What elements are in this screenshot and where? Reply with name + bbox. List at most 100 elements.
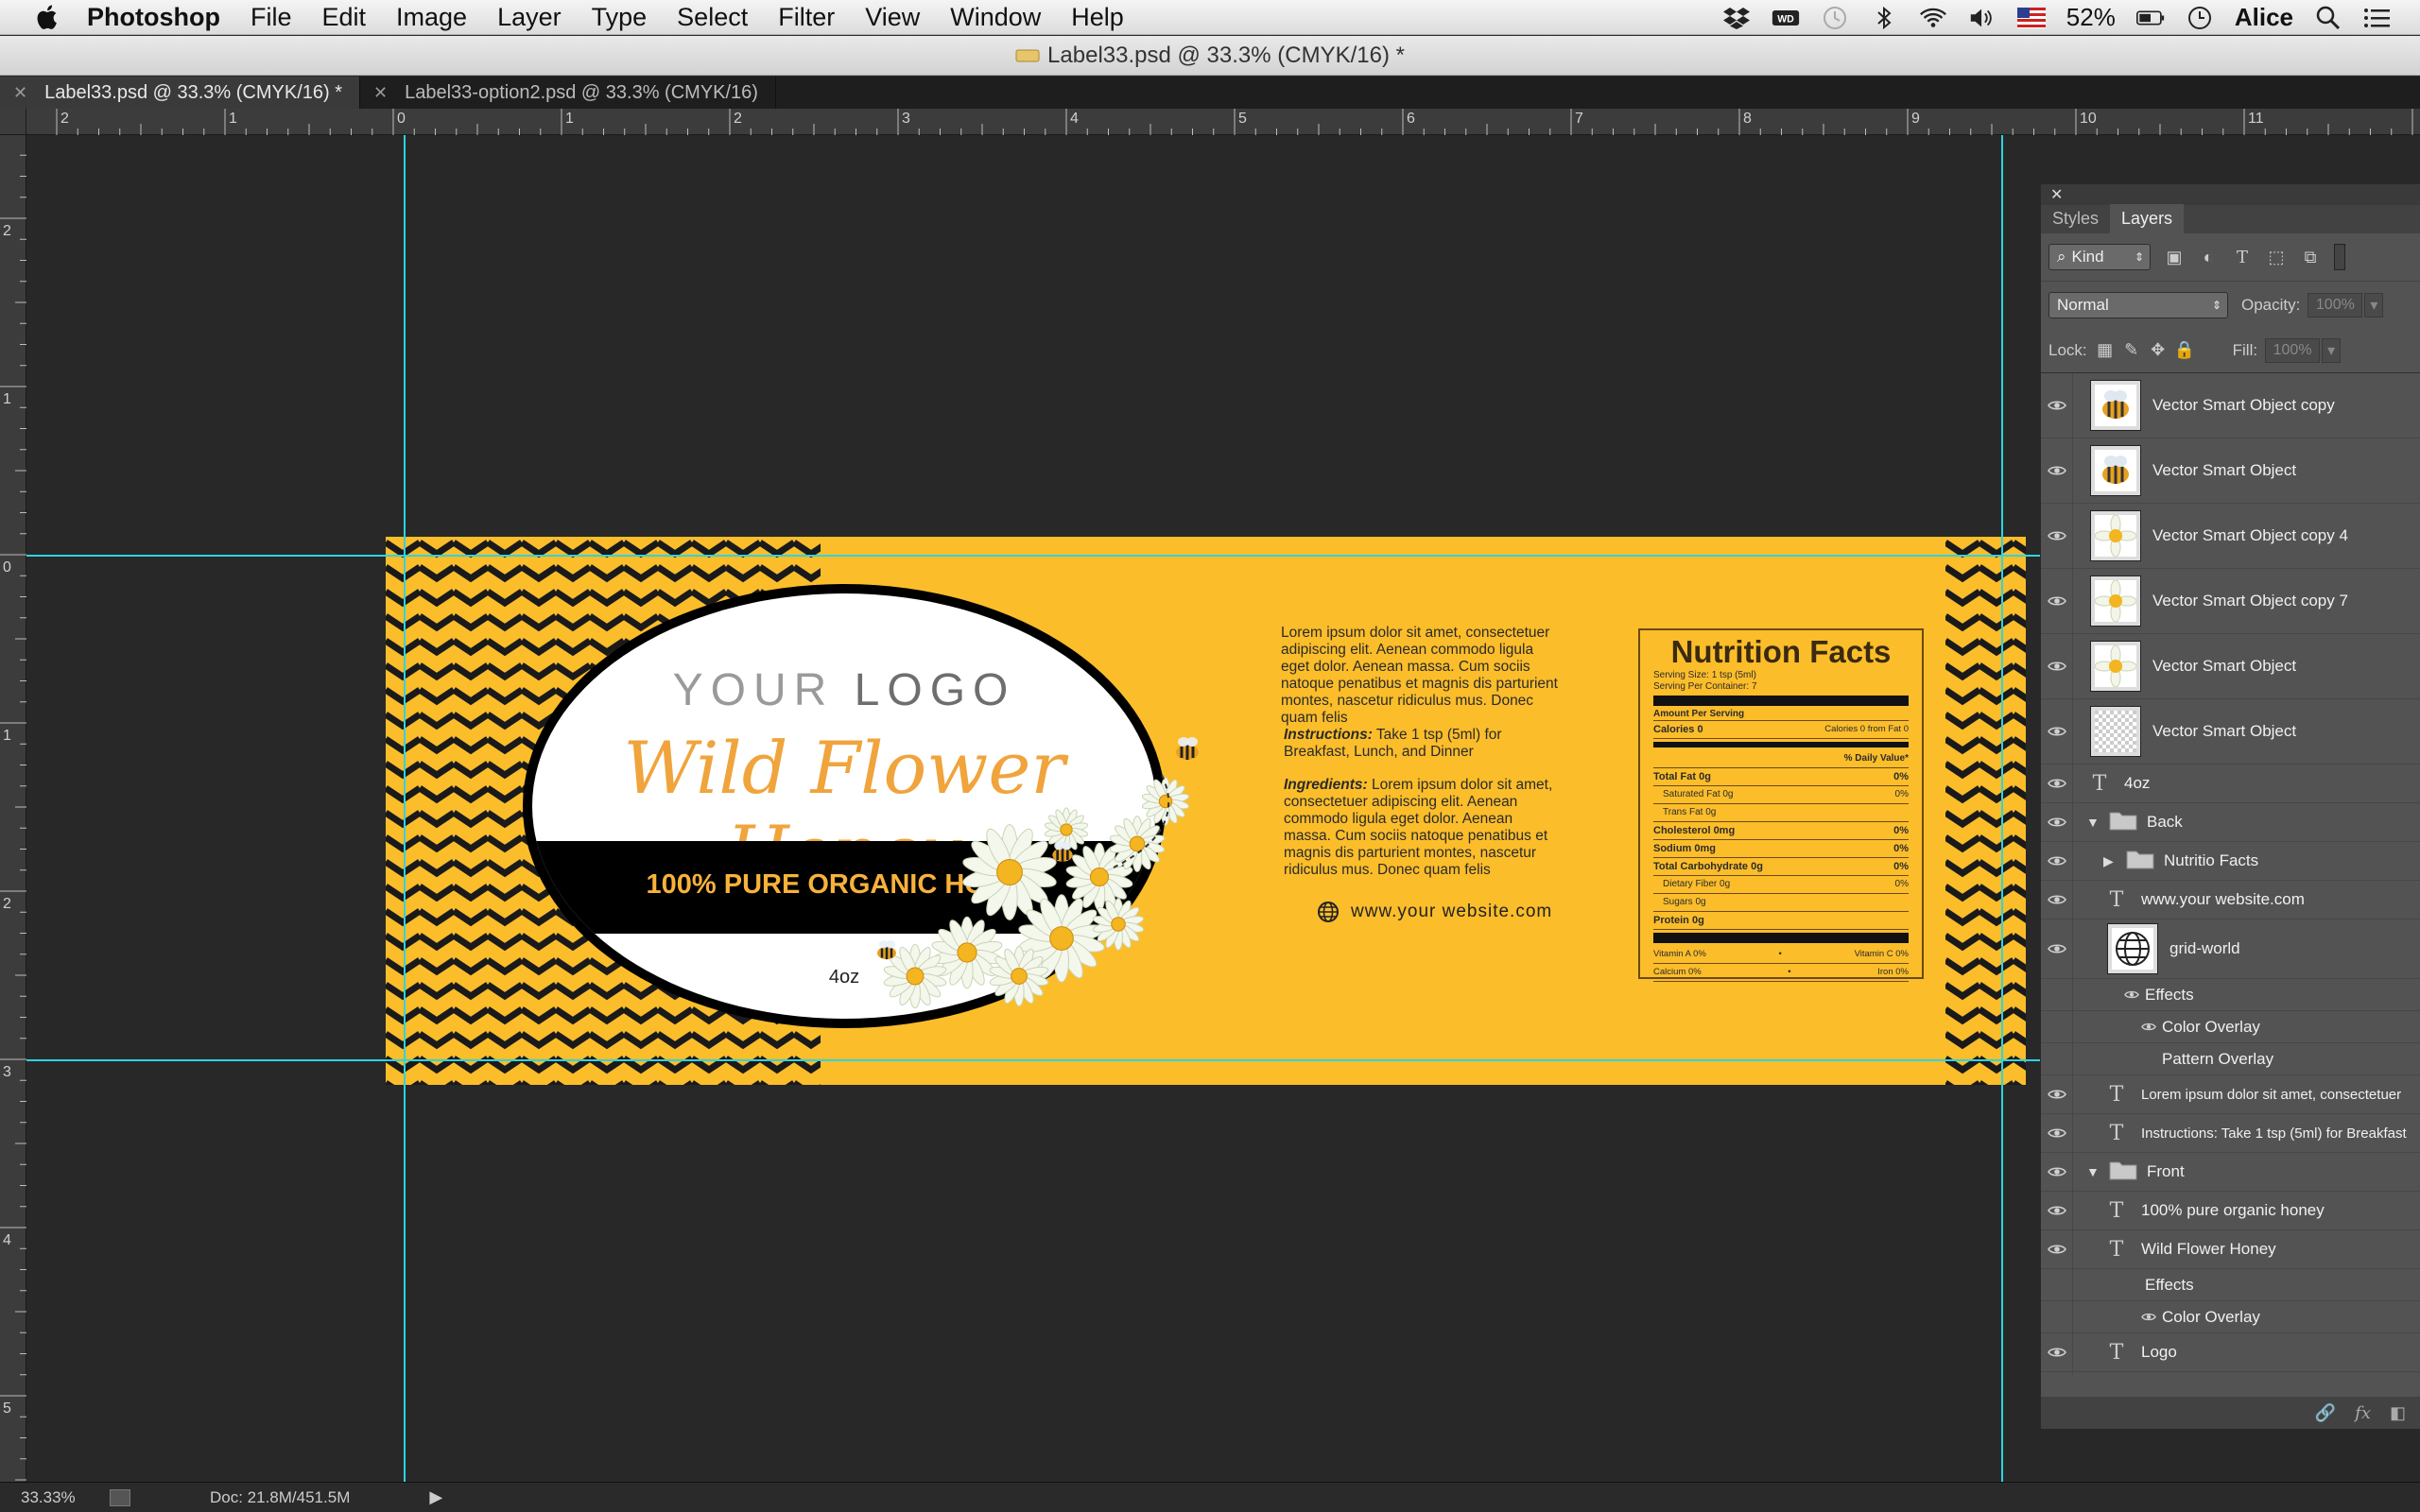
tab-layers[interactable]: Layers — [2110, 204, 2185, 233]
shape-filter-icon[interactable]: ⬚ — [2266, 247, 2287, 267]
opacity-field[interactable]: 100% — [2308, 292, 2363, 318]
layer-row[interactable]: Vector Smart Object copy 7 — [2041, 569, 2420, 634]
visibility-eye-icon[interactable] — [2041, 569, 2073, 633]
guide-vertical[interactable] — [2001, 135, 2003, 1482]
layer-row[interactable]: T Lorem ipsum dolor sit amet, consectetue… — [2041, 1075, 2420, 1114]
layer-row[interactable]: Pattern Overlay — [2041, 1043, 2420, 1075]
visibility-eye-icon[interactable] — [2041, 919, 2073, 978]
kind-filter-dropdown[interactable]: ⌕ Kind ⇕ — [2048, 244, 2151, 270]
visibility-eye-icon[interactable] — [2041, 1114, 2073, 1152]
status-menu-arrow-icon[interactable]: ▶ — [429, 1487, 442, 1507]
zoom-level[interactable]: 33.33% — [21, 1488, 96, 1507]
layer-row[interactable]: T 100% pure organic honey — [2041, 1192, 2420, 1230]
visibility-eye-icon[interactable] — [2041, 1269, 2073, 1300]
menu-type[interactable]: Type — [592, 3, 648, 32]
app-menu[interactable]: Photoshop — [87, 3, 220, 32]
menu-select[interactable]: Select — [677, 3, 748, 32]
layer-row[interactable]: ▼ Back — [2041, 803, 2420, 842]
expand-arrow-icon[interactable]: ▼ — [2086, 1164, 2105, 1179]
dropbox-icon[interactable] — [1722, 6, 1751, 30]
visibility-eye-icon[interactable] — [2041, 438, 2073, 503]
close-panel-icon[interactable]: ✕ — [2050, 185, 2063, 204]
menu-layer[interactable]: Layer — [497, 3, 562, 32]
layer-row[interactable]: Vector Smart Object — [2041, 634, 2420, 699]
visibility-eye-icon[interactable] — [2041, 1075, 2073, 1113]
pixel-filter-icon[interactable]: ▣ — [2164, 247, 2185, 267]
layer-row[interactable]: T 4oz — [2041, 765, 2420, 803]
visibility-eye-icon[interactable] — [2041, 1153, 2073, 1191]
adjustment-filter-icon[interactable]: ◐ — [2198, 247, 2219, 267]
tab-styles[interactable]: Styles — [2041, 204, 2110, 233]
layer-row[interactable]: T Wild Flower Honey — [2041, 1230, 2420, 1269]
guide-vertical[interactable] — [404, 135, 406, 1482]
battery-icon[interactable] — [2135, 6, 2165, 30]
menu-edit[interactable]: Edit — [322, 3, 367, 32]
visibility-eye-icon[interactable] — [2041, 842, 2073, 880]
menu-view[interactable]: View — [865, 3, 920, 32]
visibility-eye-icon[interactable] — [2041, 634, 2073, 698]
visibility-eye-icon[interactable] — [2041, 803, 2073, 841]
layer-row[interactable]: ▼ Front — [2041, 1153, 2420, 1192]
visibility-eye-icon[interactable] — [2041, 699, 2073, 764]
visibility-eye-icon[interactable] — [2041, 1011, 2073, 1042]
visibility-eye-icon[interactable] — [2041, 1301, 2073, 1332]
layer-row[interactable]: Vector Smart Object — [2041, 438, 2420, 504]
layer-row[interactable]: T Logo — [2041, 1333, 2420, 1372]
layer-row[interactable]: grid-world — [2041, 919, 2420, 979]
layer-row[interactable]: Effects — [2041, 1372, 2420, 1375]
tab-label33-option2[interactable]: ✕ Label33-option2.psd @ 33.3% (CMYK/16) — [360, 77, 776, 109]
add-mask-icon[interactable]: ◧ — [2390, 1403, 2406, 1423]
proof-icon[interactable] — [110, 1488, 130, 1506]
visibility-eye-icon[interactable] — [2041, 1192, 2073, 1229]
layer-row[interactable]: Vector Smart Object — [2041, 699, 2420, 765]
battery-percent[interactable]: 52% — [2066, 3, 2116, 32]
visibility-eye-icon[interactable] — [2041, 1043, 2073, 1074]
smart-object-filter-icon[interactable]: ⧉ — [2300, 247, 2321, 267]
visibility-eye-icon[interactable] — [2041, 979, 2073, 1010]
lock-image-icon[interactable]: ✎ — [2121, 340, 2142, 361]
layer-row[interactable]: ▶ Nutritio Facts — [2041, 842, 2420, 881]
flag-icon[interactable] — [2016, 6, 2046, 30]
layer-row[interactable]: Vector Smart Object copy 4 — [2041, 504, 2420, 569]
lock-all-icon[interactable]: 🔒 — [2173, 340, 2194, 361]
blend-mode-dropdown[interactable]: Normal ⇕ — [2048, 291, 2228, 318]
apple-logo-icon[interactable] — [34, 3, 62, 31]
effect-eye-icon[interactable] — [2141, 1312, 2162, 1322]
bluetooth-icon[interactable] — [1870, 6, 1898, 30]
layer-row[interactable]: Effects — [2041, 979, 2420, 1011]
collapse-arrow-icon[interactable]: ▶ — [2103, 853, 2122, 869]
wd-drive-icon[interactable]: WD — [1772, 6, 1800, 30]
menu-window[interactable]: Window — [950, 3, 1041, 32]
filter-toggle-icon[interactable] — [2334, 244, 2345, 270]
fx-icon[interactable]: fx — [2355, 1403, 2371, 1423]
vertical-ruler[interactable]: 2 1 0 1 2 3 4 5 — [0, 135, 26, 1482]
menu-file[interactable]: File — [251, 3, 292, 32]
fill-dropdown-icon[interactable]: ▾ — [2322, 337, 2342, 363]
visibility-eye-icon[interactable] — [2041, 504, 2073, 568]
layer-row[interactable]: Color Overlay — [2041, 1011, 2420, 1043]
layer-row[interactable]: Vector Smart Object copy — [2041, 373, 2420, 438]
layer-row[interactable]: Effects — [2041, 1269, 2420, 1301]
layer-row[interactable]: Twww.your website.com — [2041, 881, 2420, 919]
time-machine-icon[interactable] — [1821, 6, 1849, 30]
close-tab-icon[interactable]: ✕ — [373, 83, 388, 103]
guide-horizontal[interactable] — [26, 555, 2040, 557]
ruler-origin[interactable] — [0, 109, 26, 135]
wifi-icon[interactable] — [1919, 6, 1947, 30]
honey-label-artboard[interactable]: YOUR LOGO Wild Flower Honey 100% PURE OR… — [386, 537, 2026, 1085]
menu-image[interactable]: Image — [396, 3, 467, 32]
expand-arrow-icon[interactable]: ▼ — [2086, 815, 2105, 830]
layer-row[interactable]: T Instructions: Take 1 tsp (5ml) for Brea… — [2041, 1114, 2420, 1153]
guide-horizontal[interactable] — [26, 1059, 2040, 1061]
visibility-eye-icon[interactable] — [2041, 1333, 2073, 1371]
clock-icon[interactable] — [2186, 6, 2214, 30]
fill-field[interactable]: 100% — [2265, 337, 2321, 363]
visibility-eye-icon[interactable] — [2041, 765, 2073, 802]
lock-position-icon[interactable]: ✥ — [2148, 340, 2169, 361]
link-layers-icon[interactable]: 🔗 — [2315, 1403, 2336, 1423]
notification-center-icon[interactable] — [2363, 6, 2392, 30]
type-filter-icon[interactable]: T — [2232, 247, 2253, 267]
user-name[interactable]: Alice — [2235, 3, 2293, 32]
volume-icon[interactable] — [1968, 6, 1996, 30]
lock-transparent-icon[interactable]: ▦ — [2095, 340, 2116, 361]
